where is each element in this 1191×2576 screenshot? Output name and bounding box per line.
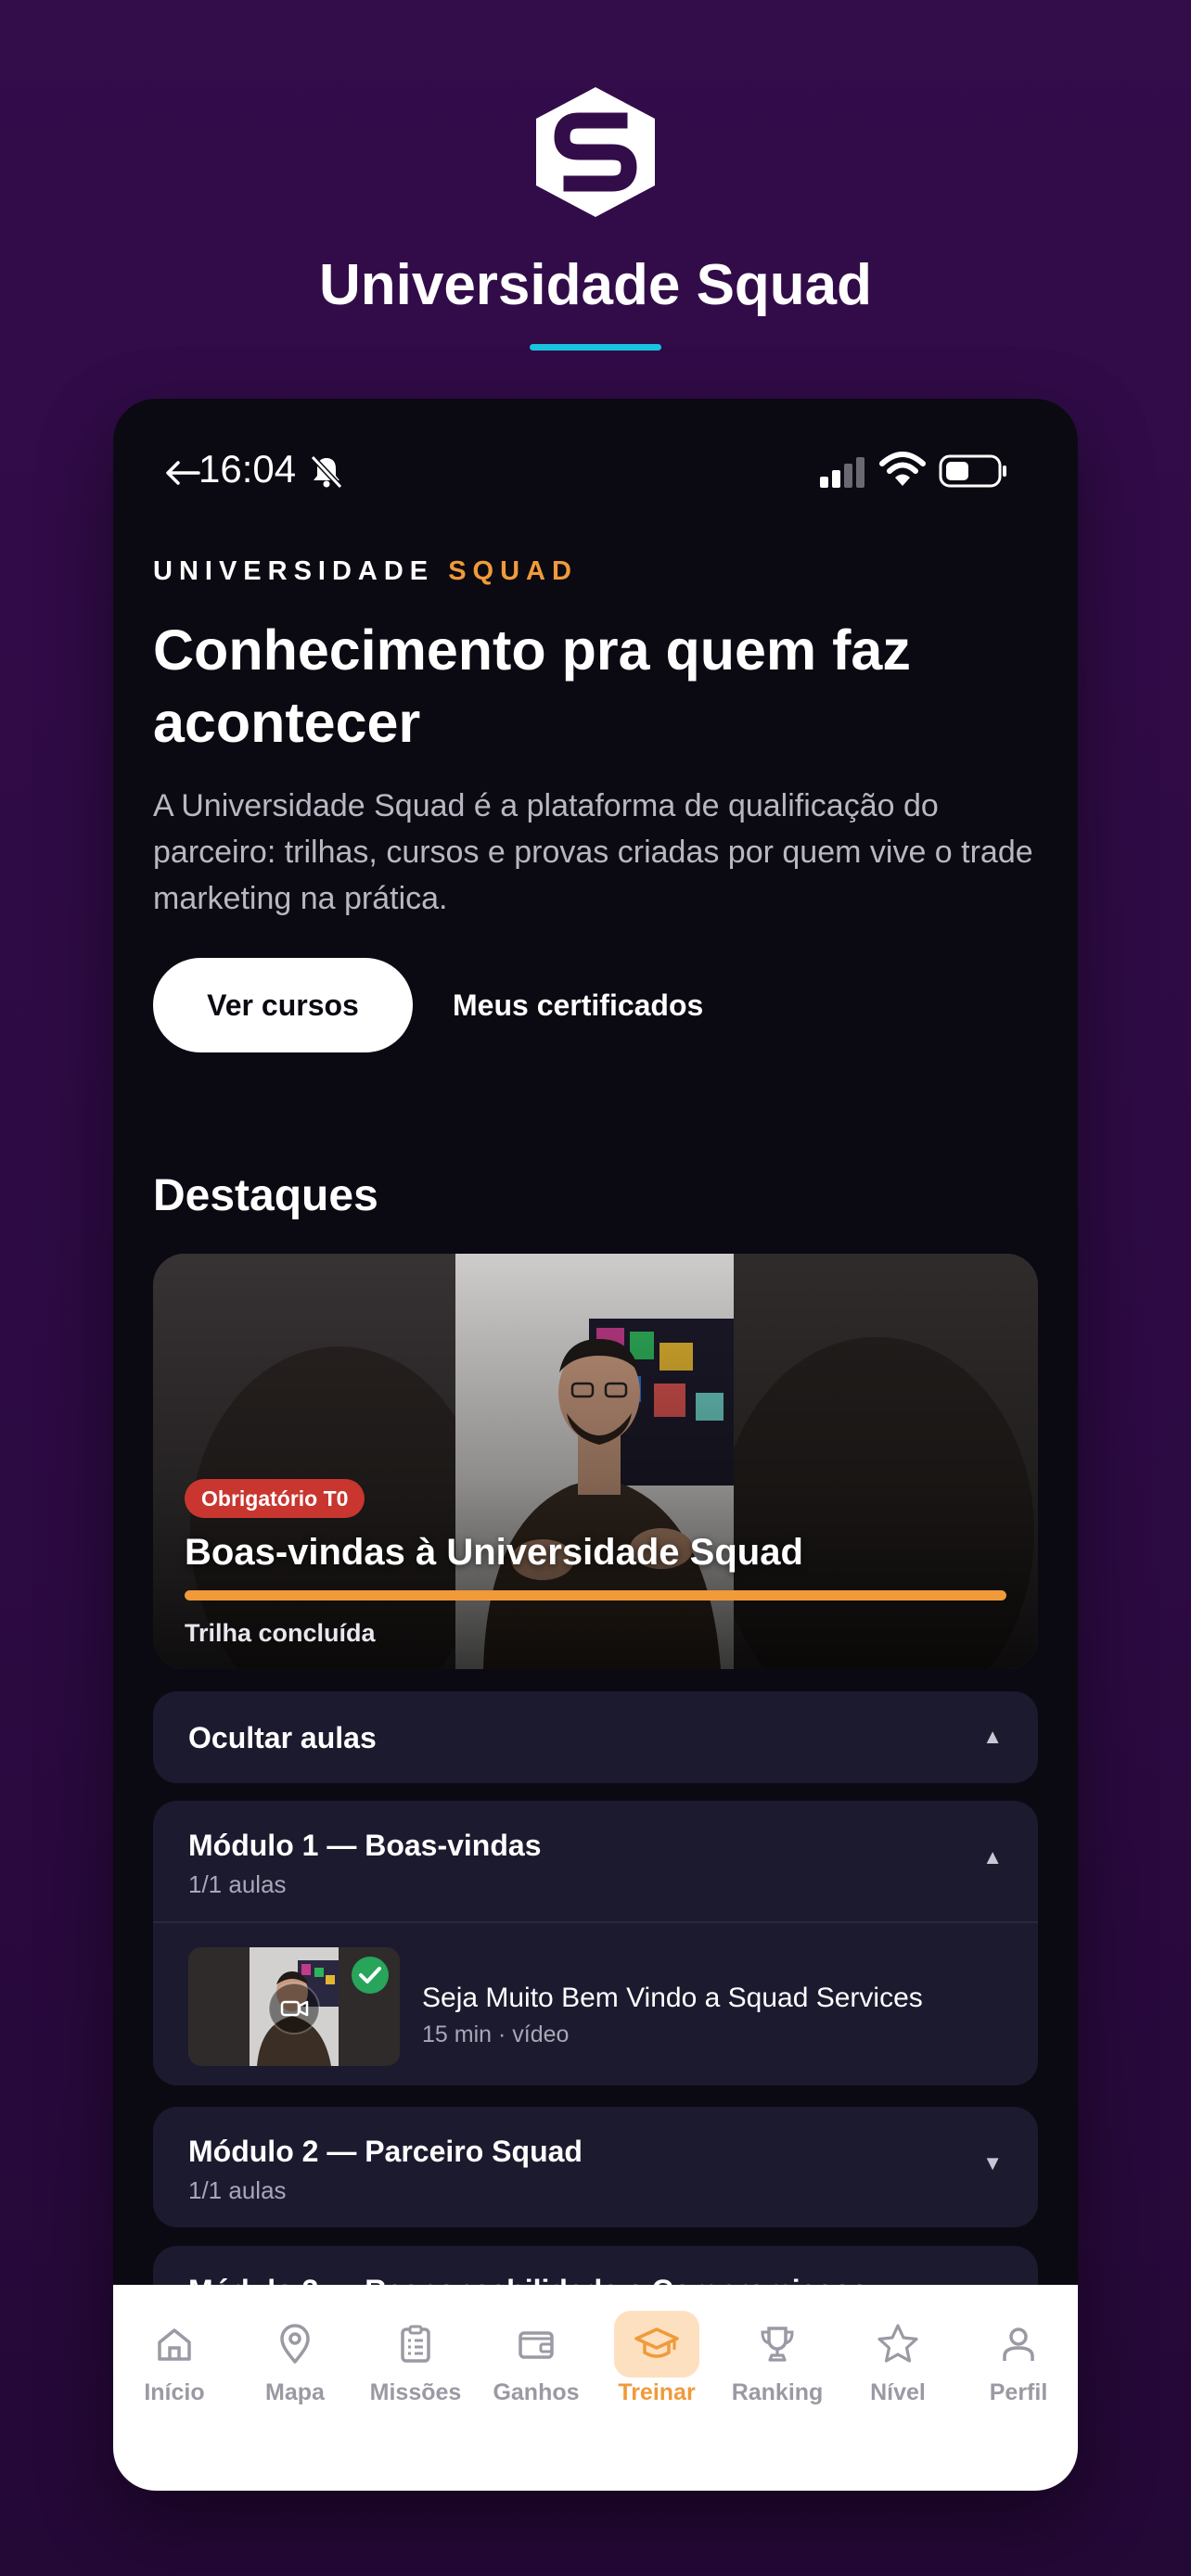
course-progress-bar [185,1590,1006,1600]
eyebrow-squad: SQUAD [448,556,578,586]
hero-eyebrow: UNIVERSIDADE SQUAD [153,556,578,587]
brand-underline [530,344,661,351]
module-card-2[interactable]: Módulo 2 — Parceiro Squad 1/1 aulas ▼ [153,2107,1038,2227]
toggle-lessons-label: Ocultar aulas [188,1721,377,1754]
toggle-lessons-row[interactable]: Ocultar aulas ▲ [153,1691,1038,1783]
tab-label: Missões [369,2379,462,2405]
tab-label: Treinar [618,2379,696,2405]
star-icon [855,2311,941,2378]
tab-treinar[interactable]: Treinar [596,2285,717,2424]
tab-label: Nível [870,2379,926,2405]
featured-course-title: Boas-vindas à Universidade Squad [185,1532,803,1573]
tab-mapa[interactable]: Mapa [235,2285,355,2424]
caret-up-icon: ▲ [982,1845,1003,1868]
module-lesson-count: 1/1 aulas [188,2176,287,2204]
wallet-icon [493,2311,579,2378]
cellular-signal-icon [820,457,864,488]
squad-logo [536,87,655,217]
tab-label: Mapa [265,2379,325,2405]
eyebrow-universidade: UNIVERSIDADE [153,556,435,586]
bottom-tab-bar: Início Mapa Missões Ganhos Treinar Ranki… [113,2285,1078,2491]
module-lesson-count: 1/1 aulas [188,1870,287,1898]
module-card-1[interactable]: Módulo 1 — Boas-vindas 1/1 aulas ▲ Seja … [153,1801,1038,2085]
caret-up-icon: ▲ [982,1725,1003,1748]
status-bar: 16:04 [113,399,1078,510]
brand-title: Universidade Squad [318,253,873,317]
tab-ranking[interactable]: Ranking [717,2285,838,2424]
destaques-heading: Destaques [153,1171,378,1220]
module-title: Módulo 2 — Parceiro Squad [188,2135,583,2168]
trophy-icon [735,2311,820,2378]
tab-label: Início [144,2379,205,2405]
meus-certificados-link[interactable]: Meus certificados [453,958,703,1052]
tab-label: Perfil [989,2379,1048,2405]
module-divider [153,1921,1038,1923]
hero-description: A Universidade Squad é a plataforma de q… [153,788,1033,916]
ver-cursos-button[interactable]: Ver cursos [153,958,413,1052]
back-arrow-icon[interactable] [161,453,202,493]
mandatory-badge: Obrigatório T0 [185,1479,365,1518]
course-status: Trilha concluída [185,1619,376,1647]
featured-course-card[interactable]: Obrigatório T0 Boas-vindas à Universidad… [153,1254,1038,1669]
graduation-cap-icon [614,2311,699,2378]
phone-screen: 16:04 UNIVERSIDADE SQUAD Conhecimento pr… [113,399,1078,2491]
tab-missoes[interactable]: Missões [355,2285,476,2424]
course-progress-fill [185,1590,1006,1600]
lesson-thumbnail[interactable] [188,1947,400,2066]
tab-label: Ganhos [493,2379,580,2405]
home-icon [132,2311,217,2378]
tab-perfil[interactable]: Perfil [958,2285,1078,2424]
tab-nivel[interactable]: Nível [838,2285,958,2424]
user-icon [976,2311,1061,2378]
featured-thumbnail [153,1254,1038,1669]
tab-inicio[interactable]: Início [114,2285,235,2424]
status-time: 16:04 [198,447,297,491]
hero-title: Conhecimento pra quem faz acontecer [153,618,911,754]
lesson-title[interactable]: Seja Muito Bem Vindo a Squad Services [422,1983,923,2014]
caret-down-icon: ▼ [982,2151,1003,2174]
tab-ganhos[interactable]: Ganhos [476,2285,596,2424]
bell-muted-icon [310,454,343,490]
battery-icon [939,454,1006,488]
clipboard-icon [373,2311,458,2378]
map-pin-icon [252,2311,338,2378]
wifi-icon [879,452,926,486]
tab-label: Ranking [731,2379,824,2405]
lesson-meta: 15 min · vídeo [422,2021,570,2047]
module-title: Módulo 1 — Boas-vindas [188,1829,542,1862]
